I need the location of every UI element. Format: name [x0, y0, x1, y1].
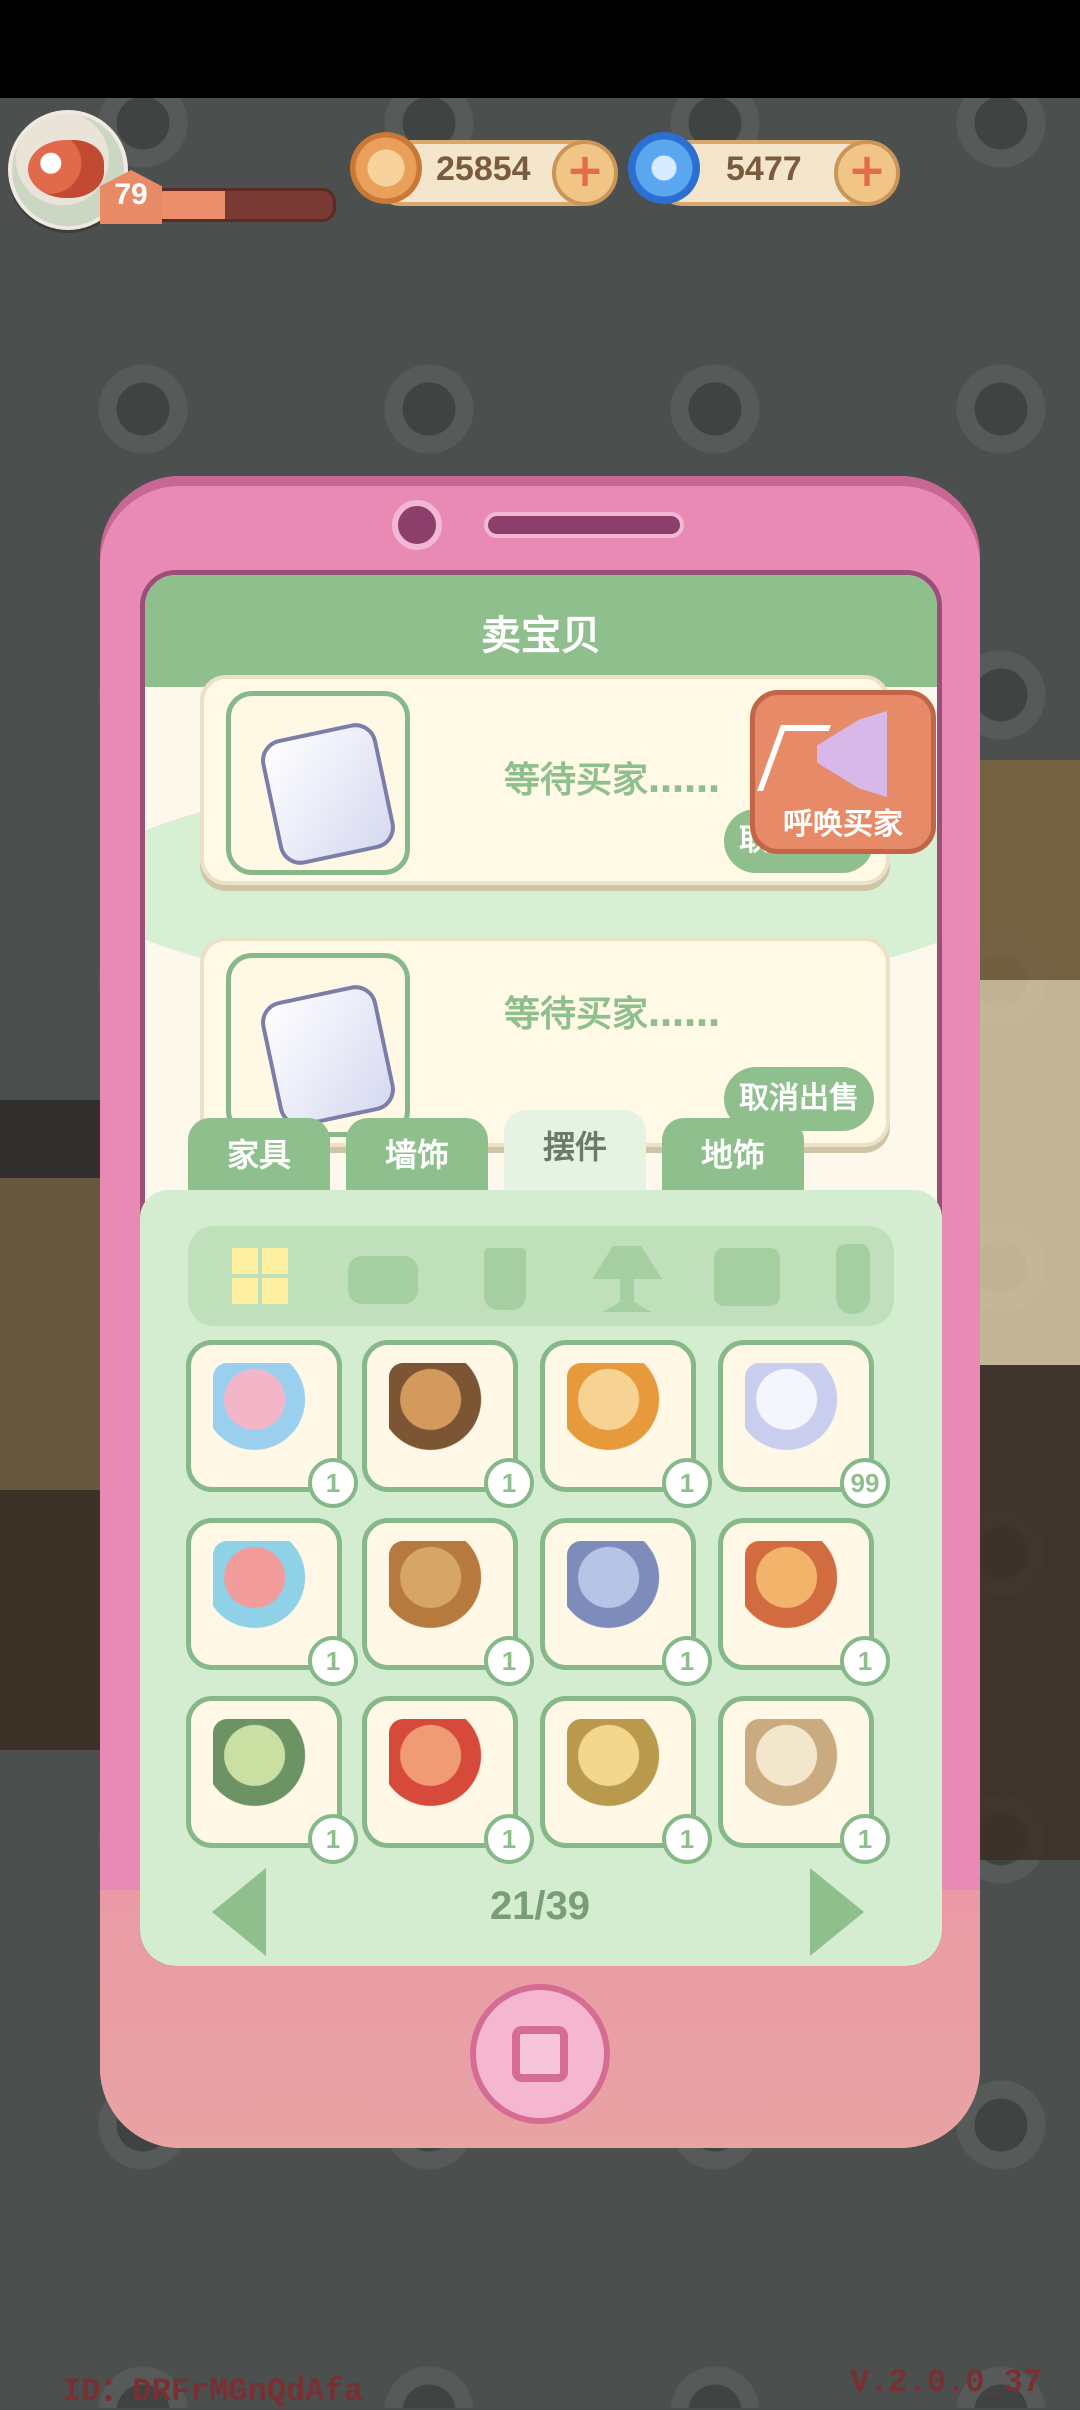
- item-count-badge: 99: [840, 1458, 890, 1508]
- coin-value: 25854: [436, 150, 531, 188]
- listing-status: 等待买家……: [504, 760, 721, 801]
- status-bar: [0, 0, 1080, 98]
- screen-title: 卖宝贝: [481, 613, 601, 659]
- item-count-badge: 1: [308, 1814, 358, 1864]
- item-count-badge: 1: [308, 1458, 358, 1508]
- item-count-badge: 1: [662, 1458, 712, 1508]
- pillow-icon: [745, 1363, 849, 1467]
- subcat-vase[interactable]: [816, 1234, 900, 1318]
- swordfish-icon: [389, 1541, 493, 1645]
- teapot-icon: [213, 1719, 317, 1823]
- item-count-badge: 1: [308, 1636, 358, 1686]
- pillow-icon: [256, 719, 400, 869]
- phone-speaker: [484, 512, 684, 538]
- tab-wall-decor[interactable]: 墙饰: [346, 1118, 488, 1192]
- airplane-icon: [567, 1541, 671, 1645]
- subcat-lamp[interactable]: [584, 1234, 668, 1318]
- vase-icon: [745, 1719, 849, 1823]
- item-count-badge: 1: [484, 1458, 534, 1508]
- call-buyer-button[interactable]: 呼唤买家: [750, 690, 936, 854]
- frame-icon: [714, 1248, 780, 1306]
- home-square-icon: [512, 2026, 568, 2082]
- tab-floor-decor[interactable]: 地饰: [662, 1118, 804, 1192]
- lamp-icon: [592, 1246, 662, 1312]
- tab-ornaments[interactable]: 摆件: [504, 1110, 646, 1194]
- xp-bar: [150, 188, 336, 222]
- xp-fill: [153, 191, 225, 219]
- add-coins-button[interactable]: +: [552, 140, 618, 206]
- pillow-icon: [256, 981, 400, 1131]
- next-page-arrow-icon[interactable]: [810, 1868, 864, 1956]
- box-icon: [567, 1363, 671, 1467]
- owl-figure-icon: [389, 1363, 493, 1467]
- add-gems-button[interactable]: +: [834, 140, 900, 206]
- cup-icon: [484, 1248, 526, 1310]
- listing-item-slot[interactable]: [226, 953, 410, 1137]
- pot-icon: [348, 1256, 418, 1304]
- tab-furniture[interactable]: 家具: [188, 1118, 330, 1192]
- page-indicator: 21/39: [489, 1884, 591, 1928]
- spiral-gem-icon: [628, 132, 700, 204]
- room-scenery-right: [980, 760, 1080, 1860]
- angel-pig-icon: [213, 1363, 317, 1467]
- listing-item-slot[interactable]: [226, 691, 410, 875]
- vase-icon: [836, 1244, 870, 1314]
- tissue-box-icon: [745, 1541, 849, 1645]
- item-count-badge: 1: [484, 1814, 534, 1864]
- subcat-all[interactable]: [216, 1234, 300, 1318]
- item-count-badge: 1: [840, 1636, 890, 1686]
- room-scenery-left: [0, 1100, 110, 1750]
- subcat-pot[interactable]: [340, 1234, 424, 1318]
- kettle-icon: [567, 1719, 671, 1823]
- version-label: V.2.0.0_37: [850, 2364, 1043, 2401]
- item-count-badge: 1: [484, 1636, 534, 1686]
- stacking-rings-icon: [213, 1541, 317, 1645]
- listing-status: 等待买家……: [504, 994, 721, 1035]
- koi-figure-icon: [389, 1719, 493, 1823]
- subcat-cup[interactable]: [464, 1234, 548, 1318]
- grid-icon: [232, 1248, 288, 1304]
- subcat-frame[interactable]: [704, 1234, 788, 1318]
- gem-value: 5477: [726, 150, 802, 188]
- item-count-badge: 1: [840, 1814, 890, 1864]
- prev-page-arrow-icon[interactable]: [212, 1868, 266, 1956]
- call-buyer-label: 呼唤买家: [783, 807, 903, 842]
- koi-avatar-icon: [28, 140, 104, 198]
- coin-icon: [350, 132, 422, 204]
- screen-header: 卖宝贝: [145, 575, 937, 687]
- item-count-badge: 1: [662, 1814, 712, 1864]
- megaphone-icon: [817, 711, 887, 797]
- item-count-badge: 1: [662, 1636, 712, 1686]
- phone-home-button[interactable]: [470, 1984, 610, 2124]
- level-value: 79: [114, 178, 148, 211]
- player-id: ID：DRFrMGnQdAfa: [62, 2373, 363, 2410]
- phone-camera-icon: [392, 500, 442, 550]
